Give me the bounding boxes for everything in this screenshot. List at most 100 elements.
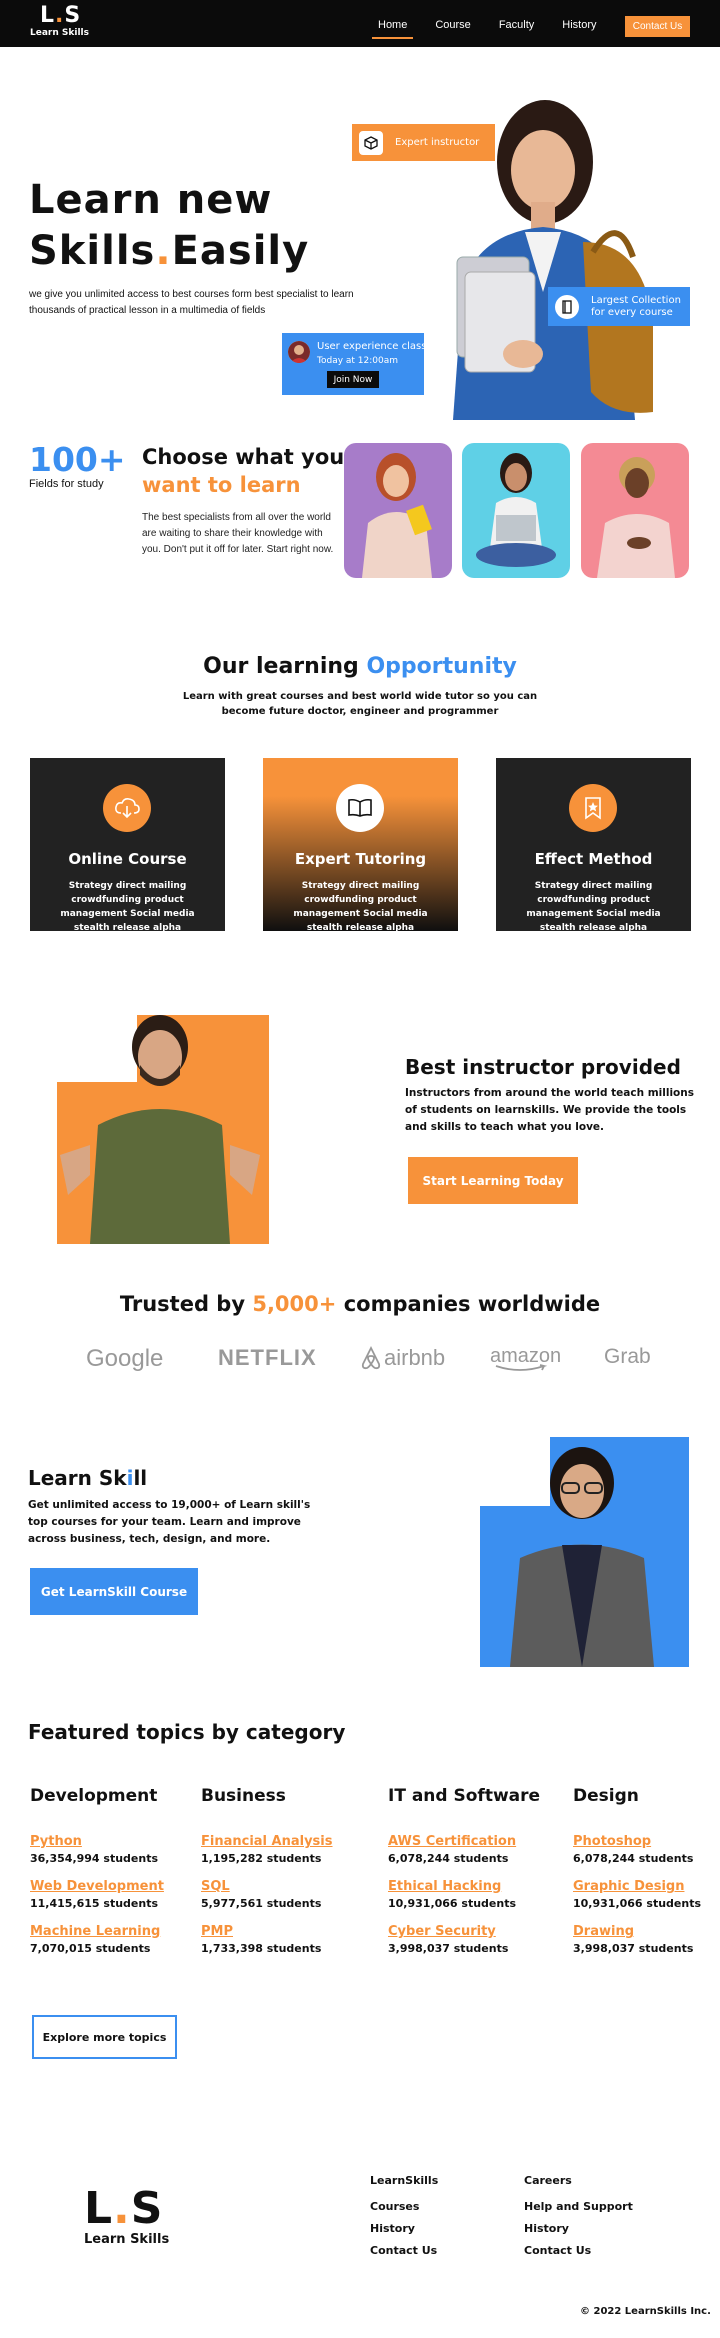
learnskill-title: Learn Skill <box>28 1466 147 1490</box>
instructor-description: Instructors from around the world teach … <box>405 1087 694 1133</box>
topic-count: 11,415,615 students <box>30 1897 159 1910</box>
learnskill-title-c: ll <box>133 1466 148 1490</box>
topic-link[interactable]: Machine Learning <box>30 1923 164 1941</box>
logo-amazon: amazon <box>490 1345 561 1372</box>
topic-item: Ethical Hacking 10,931,066 students <box>388 1878 540 1912</box>
largest-collection-badge: Largest Collection for every course <box>548 287 690 326</box>
cube-icon <box>359 130 383 155</box>
bookmark-star-icon <box>569 784 617 832</box>
hero-title-word1: Skills <box>29 228 156 274</box>
start-learning-button[interactable]: Start Learning Today <box>408 1157 578 1204</box>
topic-item: Photoshop 6,078,244 students <box>573 1833 701 1867</box>
topic-item: Machine Learning 7,070,015 students <box>30 1923 164 1957</box>
card-title: Online Course <box>68 850 187 868</box>
hero-title-word2: Easily <box>171 228 310 274</box>
topic-item: Graphic Design 10,931,066 students <box>573 1878 701 1912</box>
learnskill-image <box>490 1433 690 1667</box>
topic-item: SQL 5,977,561 students <box>201 1878 333 1912</box>
card-title: Expert Tutoring <box>294 850 427 868</box>
get-learnskill-button[interactable]: Get LearnSkill Course <box>30 1568 198 1615</box>
footer-logo-mark-end: S <box>130 2183 164 2234</box>
topic-link[interactable]: SQL <box>201 1878 333 1896</box>
footer-link-contact[interactable]: Contact Us <box>524 2240 633 2262</box>
category-head: Development <box>30 1786 158 1806</box>
instructor-image <box>50 1005 270 1244</box>
card-description: Strategy direct mailing crowdfunding pro… <box>293 881 428 933</box>
join-now-button[interactable]: Join Now <box>327 371 379 388</box>
footer-link-courses[interactable]: Courses <box>370 2196 438 2218</box>
footer-logo-text: Learn Skills <box>84 2232 170 2247</box>
topic-link[interactable]: Python <box>30 1833 164 1851</box>
topic-count: 1,195,282 students <box>201 1852 322 1865</box>
footer-logo[interactable]: L.S Learn Skills <box>84 2183 170 2248</box>
footer-heading[interactable]: Careers <box>524 2174 633 2187</box>
largest-collection-line2: for every course <box>591 306 673 318</box>
nav-link-faculty[interactable]: Faculty <box>499 19 534 31</box>
topic-link[interactable]: Web Development <box>30 1878 164 1896</box>
topic-count: 10,931,066 students <box>388 1897 517 1910</box>
category-head: Business <box>201 1786 286 1806</box>
ux-class-title: User experience class <box>317 341 427 352</box>
topic-count: 5,977,561 students <box>201 1897 322 1910</box>
card-title: Effect Method <box>534 850 653 868</box>
opportunity-title-b: Opportunity <box>366 654 517 679</box>
card-description: Strategy direct mailing crowdfunding pro… <box>526 881 661 933</box>
topic-item: Web Development 11,415,615 students <box>30 1878 164 1912</box>
ux-class-card: User experience class Today at 12:00am J… <box>282 333 427 395</box>
logo-mark-end: S <box>64 3 82 28</box>
choose-title-line1: Choose what you <box>142 445 345 469</box>
choose-title-line2: want to learn <box>142 473 301 497</box>
footer-link-history[interactable]: History <box>524 2218 633 2240</box>
footer-heading: LearnSkills <box>370 2174 439 2187</box>
topic-count: 1,733,398 students <box>201 1942 322 1955</box>
nav-link-history[interactable]: History <box>562 19 596 31</box>
category-business: Business Financial Analysis 1,195,282 stu… <box>201 1786 333 1968</box>
topic-link[interactable]: Ethical Hacking <box>388 1878 540 1896</box>
footer-column-2: Careers Help and Support History Contact… <box>524 2174 633 2262</box>
logo-mark: L <box>40 3 56 28</box>
topic-count: 3,998,037 students <box>388 1942 509 1955</box>
nav-link-course[interactable]: Course <box>435 19 470 31</box>
explore-topics-button[interactable]: Explore more topics <box>32 2015 177 2059</box>
open-book-icon <box>336 784 384 832</box>
topic-item: Cyber Security 3,998,037 students <box>388 1923 540 1957</box>
category-head: Design <box>573 1786 639 1806</box>
trusted-count: 5,000+ <box>252 1292 337 1316</box>
topic-link[interactable]: Cyber Security <box>388 1923 540 1941</box>
topic-count: 6,078,244 students <box>388 1852 509 1865</box>
hero-title: Learn new Skills.Easily <box>29 177 310 274</box>
ux-class-time: Today at 12:00am <box>317 356 399 366</box>
topic-item: Drawing 3,998,037 students <box>573 1923 701 1957</box>
trusted-title-c: companies worldwide <box>343 1292 601 1316</box>
nav-link-home[interactable]: Home <box>371 19 414 39</box>
expert-instructor-label: Expert instructor <box>395 137 480 148</box>
hero-title-line1: Learn new <box>29 177 273 223</box>
trusted-title: Trusted by 5,000+ companies worldwide <box>0 1292 720 1316</box>
contact-us-button[interactable]: Contact Us <box>625 16 690 37</box>
footer-logo-mark: L <box>84 2183 114 2234</box>
logo-grab: Grab <box>604 1345 651 1368</box>
topic-item: Python 36,354,994 students <box>30 1833 164 1867</box>
footer-link-contact[interactable]: Contact Us <box>370 2240 438 2262</box>
topic-link[interactable]: Graphic Design <box>573 1878 701 1896</box>
expert-instructor-badge: Expert instructor <box>352 124 495 161</box>
topic-count: 36,354,994 students <box>30 1852 159 1865</box>
topic-link[interactable]: Financial Analysis <box>201 1833 333 1851</box>
topic-link[interactable]: Drawing <box>573 1923 701 1941</box>
choose-title: Choose what you want to learn <box>142 443 344 499</box>
logo[interactable]: L.S Learn Skills <box>30 3 89 39</box>
card-online-course[interactable]: Online Course Strategy direct mailing cr… <box>30 758 225 933</box>
card-expert-tutoring[interactable]: Expert Tutoring Strategy direct mailing … <box>263 758 458 933</box>
opportunity-title: Our learning Opportunity <box>0 654 720 679</box>
topic-link[interactable]: AWS Certification <box>388 1833 540 1851</box>
topic-link[interactable]: PMP <box>201 1923 333 1941</box>
copyright: © 2022 LearnSkills Inc. <box>580 2306 711 2317</box>
footer-link-help[interactable]: Help and Support <box>524 2196 633 2218</box>
instructor-title: Best instructor provided <box>405 1055 681 1079</box>
topic-link[interactable]: Photoshop <box>573 1833 701 1851</box>
category-design: Design Photoshop 6,078,244 students Graph… <box>573 1786 701 1968</box>
footer-link-history[interactable]: History <box>370 2218 438 2240</box>
logo-text: Learn Skills <box>30 28 89 38</box>
card-effect-method[interactable]: Effect Method Strategy direct mailing cr… <box>496 758 691 933</box>
learnskill-description: Get unlimited access to 19,000+ of Learn… <box>28 1499 311 1545</box>
